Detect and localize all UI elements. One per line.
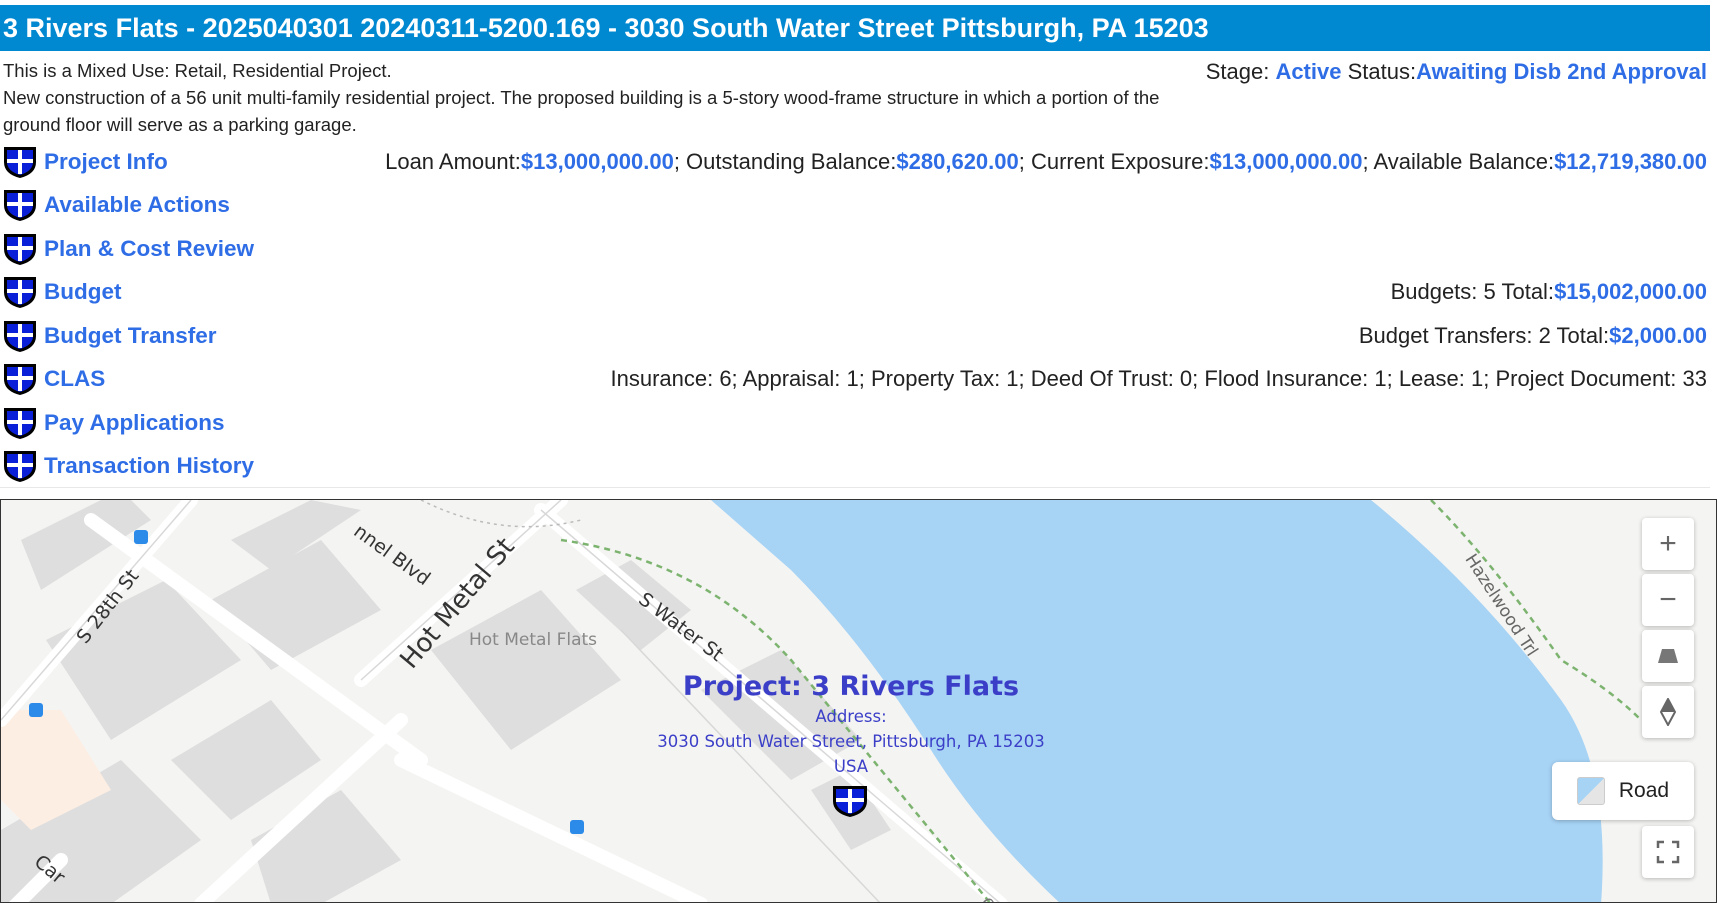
loan-label: Loan Amount: [385,148,521,174]
budget-label: Budgets: 5 Total: [1390,279,1555,305]
nav-row-budget: Budget Budgets: 5 Total: $15,002,000.00 [2,271,1707,315]
map-style-label: Road [1618,779,1670,802]
map-style-button[interactable]: Road [1552,762,1694,820]
shield-cross-icon [4,451,36,483]
nav-row-pay-applications: Pay Applications [2,401,1707,445]
zoom-out-button[interactable]: − [1642,574,1694,626]
building-label: Hot Metal Flats [469,630,598,650]
shield-cross-icon [4,320,36,352]
fullscreen-icon [1656,840,1680,864]
nav-link-project-info[interactable]: Project Info [2,144,168,180]
compass-icon [1660,698,1676,726]
available-balance: $12,719,380.00 [1554,148,1707,174]
budget-total: $15,002,000.00 [1554,279,1707,305]
shield-cross-icon [4,277,36,309]
project-map[interactable]: nnel Blvd Hot Metal St S 28th St S Water… [0,499,1717,903]
nav-link-plan-cost-review[interactable]: Plan & Cost Review [2,231,254,267]
nav-label: Plan & Cost Review [44,235,255,261]
page-title: 3 Rivers Flats - 2025040301 20240311-520… [0,5,1710,51]
exposure-label: ; Current Exposure: [1018,148,1210,174]
compass-button[interactable] [1642,686,1694,738]
shield-cross-icon [4,233,36,265]
nav-link-clas[interactable]: CLAS [2,361,105,397]
nav-link-pay-applications[interactable]: Pay Applications [2,405,224,441]
nav-link-available-actions[interactable]: Available Actions [2,187,230,223]
nav-label: CLAS [44,366,106,392]
project-description: This is a Mixed Use: Retail, Residential… [3,57,1203,138]
clas-summary: Insurance: 6; Appraisal: 1; Property Tax… [610,366,1707,392]
nav-row-clas: CLAS Insurance: 6; Appraisal: 1; Propert… [2,358,1707,402]
nav-link-budget[interactable]: Budget [2,274,122,310]
status-value: Awaiting Disb 2nd Approval [1416,59,1707,84]
current-exposure: $13,000,000.00 [1209,148,1363,174]
loan-summary: Loan Amount: $13,000,000.00; Outstanding… [385,140,1707,184]
description-line-2: New construction of a 56 unit multi-fami… [3,87,1160,135]
plus-icon: + [1659,527,1677,560]
shield-cross-icon [4,146,36,178]
section-nav: Project Info Loan Amount: $13,000,000.00… [2,140,1707,488]
nav-link-budget-transfer[interactable]: Budget Transfer [2,318,217,354]
budget-transfer-summary: Budget Transfers: 2 Total: $2,000.00 [1359,314,1707,358]
shield-cross-icon [4,364,36,396]
budget-summary: Budgets: 5 Total: $15,002,000.00 [1391,271,1707,315]
road-thumbnail-icon [1576,777,1605,805]
tilt-button[interactable] [1642,630,1694,682]
zoom-in-button[interactable]: + [1642,518,1694,570]
fullscreen-button[interactable] [1642,826,1694,878]
nav-label: Project Info [44,148,168,174]
outstanding-balance: $280,620.00 [896,148,1019,174]
nav-row-project-info: Project Info Loan Amount: $13,000,000.00… [2,140,1707,184]
outstanding-label: ; Outstanding Balance: [673,148,897,174]
nav-label: Transaction History [44,453,255,479]
project-popup: Project: 3 Rivers Flats Address: 3030 So… [641,670,1061,779]
project-address-label: Address: [815,707,887,726]
project-popup-title: Project: 3 Rivers Flats [682,671,1020,702]
project-address: 3030 South Water Street, Pittsburgh, PA … [657,732,1045,751]
nav-label: Available Actions [44,192,230,218]
budget-transfer-label: Budget Transfers: 2 Total: [1358,322,1610,348]
nav-label: Budget Transfer [44,322,217,348]
stage-value: Active [1275,59,1342,84]
nav-row-plan-cost-review: Plan & Cost Review [2,227,1707,271]
stage-status: Stage: Active Status:Awaiting Disb 2nd A… [1206,57,1707,87]
loan-amount: $13,000,000.00 [520,148,674,174]
nav-label: Budget [44,279,122,305]
available-label: ; Available Balance: [1362,148,1555,174]
nav-row-budget-transfer: Budget Transfer Budget Transfers: 2 Tota… [2,314,1707,358]
tilt-icon [1658,649,1678,663]
nav-label: Pay Applications [44,409,225,435]
description-line-1: This is a Mixed Use: Retail, Residential… [3,60,392,81]
nav-row-available-actions: Available Actions [2,184,1707,228]
status-label: Status: [1341,59,1417,84]
minus-icon: − [1659,583,1677,616]
stage-label: Stage: [1205,59,1276,84]
project-country: USA [833,757,869,776]
shield-cross-icon [4,407,36,439]
nav-link-transaction-history[interactable]: Transaction History [2,448,254,484]
shield-cross-icon [4,190,36,222]
nav-row-transaction-history: Transaction History [2,445,1707,489]
budget-transfer-total: $2,000.00 [1609,322,1707,348]
divider [0,487,1710,488]
